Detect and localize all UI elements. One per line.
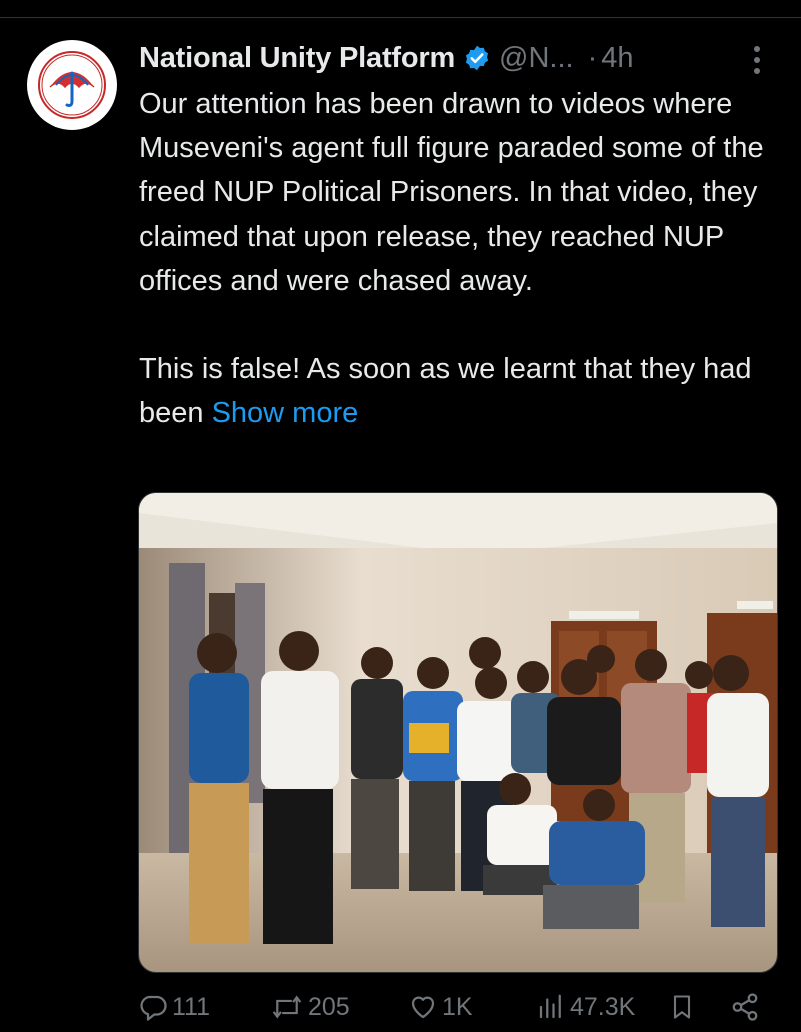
verified-badge-icon[interactable] [463, 44, 491, 72]
top-divider [0, 17, 801, 18]
like-button[interactable]: 1K [408, 992, 473, 1022]
bookmark-icon [673, 995, 691, 1019]
more-options-icon[interactable] [742, 40, 772, 80]
repost-button[interactable]: 205 [270, 992, 350, 1022]
reply-button[interactable]: 111 [138, 992, 210, 1022]
tweet-paragraph-1: Our attention has been drawn to videos w… [139, 88, 764, 297]
like-count: 1K [442, 992, 473, 1021]
reply-icon [140, 995, 167, 1021]
tweet-paragraph-2: This is false! As soon as we learnt that… [139, 347, 789, 435]
repost-count: 205 [308, 992, 350, 1021]
group-photo-icon [139, 493, 777, 972]
tweet-header: National Unity Platform @N... · 4h [139, 36, 779, 80]
share-button[interactable] [730, 992, 760, 1022]
show-more-link[interactable]: Show more [212, 397, 359, 429]
tweet-timestamp[interactable]: 4h [601, 42, 633, 75]
separator-dot: · [587, 41, 598, 74]
author-handle[interactable]: @N... [499, 42, 574, 75]
tweet-actions-bar: 111 205 1K 47.3K [0, 992, 801, 1032]
views-button[interactable]: 47.3K [536, 992, 635, 1022]
repost-icon [272, 995, 302, 1019]
author-name[interactable]: National Unity Platform [139, 42, 455, 75]
tweet-text: Our attention has been drawn to videos w… [139, 82, 789, 435]
share-icon [732, 993, 758, 1021]
views-chart-icon [539, 994, 561, 1019]
avatar[interactable] [27, 40, 117, 130]
reply-count: 111 [172, 992, 211, 1021]
views-count: 47.3K [570, 992, 636, 1021]
tweet-photo[interactable] [138, 492, 778, 973]
heart-icon [411, 996, 435, 1019]
bookmark-button[interactable] [668, 992, 696, 1022]
nup-umbrella-logo-icon [38, 51, 106, 119]
